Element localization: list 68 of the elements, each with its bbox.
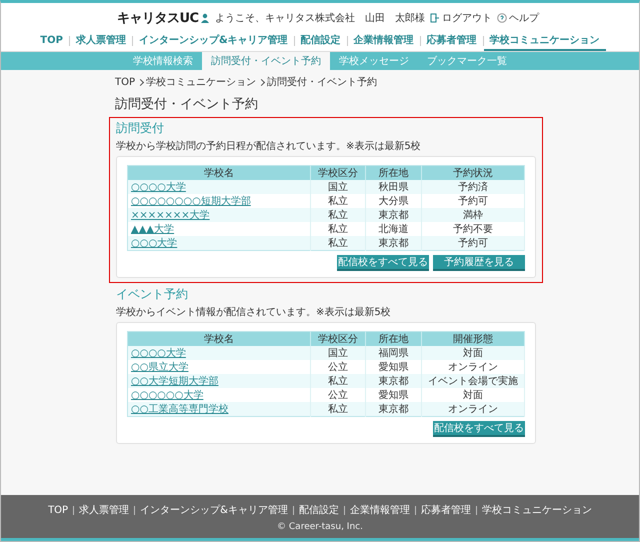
footer-link[interactable]: 企業情報管理 bbox=[344, 503, 415, 517]
subnav-tab[interactable]: 訪問受付・イベント予約 bbox=[202, 52, 330, 70]
column-header: 学校名 bbox=[128, 166, 310, 180]
table-cell: 福岡県 bbox=[366, 346, 422, 360]
logout-link[interactable]: ログアウト bbox=[430, 11, 492, 25]
help-icon bbox=[497, 13, 507, 23]
footer-link[interactable]: 求人票管理 bbox=[74, 503, 134, 517]
subnav-tab[interactable]: 学校メッセージ bbox=[330, 52, 418, 70]
table-cell: 東京都 bbox=[366, 374, 422, 388]
column-header: 予約状況 bbox=[421, 166, 524, 180]
school-link[interactable]: ○○○○大学 bbox=[128, 180, 310, 194]
column-header: 開催形態 bbox=[421, 332, 524, 346]
column-header: 学校区分 bbox=[310, 332, 366, 346]
copyright: © Career-tasu, Inc. bbox=[277, 522, 363, 532]
action-button[interactable]: 予約履歴を見る bbox=[433, 255, 525, 271]
section-title: イベント予約 bbox=[116, 286, 189, 303]
breadcrumb-link[interactable]: 学校コミュニケーション bbox=[146, 75, 256, 89]
action-button[interactable]: 配信校をすべて見る bbox=[337, 255, 429, 271]
section-title: 訪問受付 bbox=[116, 120, 165, 137]
column-header: 学校区分 bbox=[310, 166, 366, 180]
nav-tab[interactable]: 求人票管理 bbox=[70, 31, 132, 51]
table-cell: 私立 bbox=[310, 374, 366, 388]
school-link[interactable]: ×××××××大学 bbox=[128, 208, 310, 222]
breadcrumb-link[interactable]: 訪問受付・イベント予約 bbox=[267, 75, 378, 89]
column-header: 所在地 bbox=[366, 332, 422, 346]
footer-link[interactable]: TOP bbox=[43, 504, 74, 516]
table-cell: 私立 bbox=[310, 402, 366, 416]
page-title: 訪問受付・イベント予約 bbox=[115, 96, 259, 113]
logo[interactable]: キャリタスUC bbox=[117, 9, 199, 27]
school-link[interactable]: ○○工業高等専門学校 bbox=[128, 402, 310, 416]
nav-tab[interactable]: 配信設定 bbox=[294, 31, 347, 51]
nav-tab[interactable]: 企業情報管理 bbox=[348, 31, 420, 51]
footer-link[interactable]: インターンシップ&キャリア管理 bbox=[135, 503, 293, 517]
table-cell: 満枠 bbox=[421, 208, 524, 222]
breadcrumb-link[interactable]: TOP bbox=[115, 76, 136, 88]
school-link[interactable]: ○○大学短期大学部 bbox=[128, 374, 310, 388]
footer-link[interactable]: 配信設定 bbox=[294, 503, 344, 517]
table-cell: 国立 bbox=[310, 346, 366, 360]
nav-tab[interactable]: 応募者管理 bbox=[420, 31, 483, 51]
table-cell: 私立 bbox=[310, 236, 366, 250]
table-cell: 対面 bbox=[421, 346, 524, 360]
table-cell: 東京都 bbox=[366, 402, 422, 416]
column-header: 学校名 bbox=[128, 332, 310, 346]
action-button[interactable]: 配信校をすべて見る bbox=[433, 421, 525, 437]
table-cell: 国立 bbox=[310, 180, 366, 194]
logout-icon bbox=[430, 13, 440, 23]
school-link[interactable]: ○○○○大学 bbox=[128, 346, 310, 360]
table-cell: 東京都 bbox=[366, 236, 422, 250]
nav-tab[interactable]: TOP bbox=[34, 31, 69, 51]
subnav-tab[interactable]: ブックマーク一覧 bbox=[418, 52, 516, 70]
table-cell: 秋田県 bbox=[366, 180, 422, 194]
table-cell: 予約済 bbox=[421, 180, 524, 194]
nav-tab[interactable]: インターンシップ&キャリア管理 bbox=[132, 31, 294, 51]
footer-link[interactable]: 応募者管理 bbox=[416, 503, 476, 517]
school-link[interactable]: ○○○大学 bbox=[128, 236, 310, 250]
table-cell: イベント会場で実施 bbox=[421, 374, 524, 388]
table-cell: 東京都 bbox=[366, 208, 422, 222]
column-header: 所在地 bbox=[366, 166, 422, 180]
table-cell: オンライン bbox=[421, 402, 524, 416]
subnav-tab[interactable]: 学校情報検索 bbox=[124, 52, 202, 70]
table-cell: 予約可 bbox=[421, 236, 524, 250]
help-link[interactable]: ヘルプ bbox=[497, 11, 539, 25]
user-greeting: ようこそ、キャリタス株式会社 山田 太郎様 bbox=[215, 12, 425, 25]
user-icon bbox=[200, 13, 210, 23]
section-description: 学校からイベント情報が配信されています。※表示は最新5校 bbox=[116, 306, 392, 319]
table-cell: 私立 bbox=[310, 208, 366, 222]
footer-link[interactable]: 学校コミュニケーション bbox=[476, 503, 597, 517]
section-description: 学校から学校訪問の予約日程が配信されています。※表示は最新5校 bbox=[116, 140, 422, 153]
